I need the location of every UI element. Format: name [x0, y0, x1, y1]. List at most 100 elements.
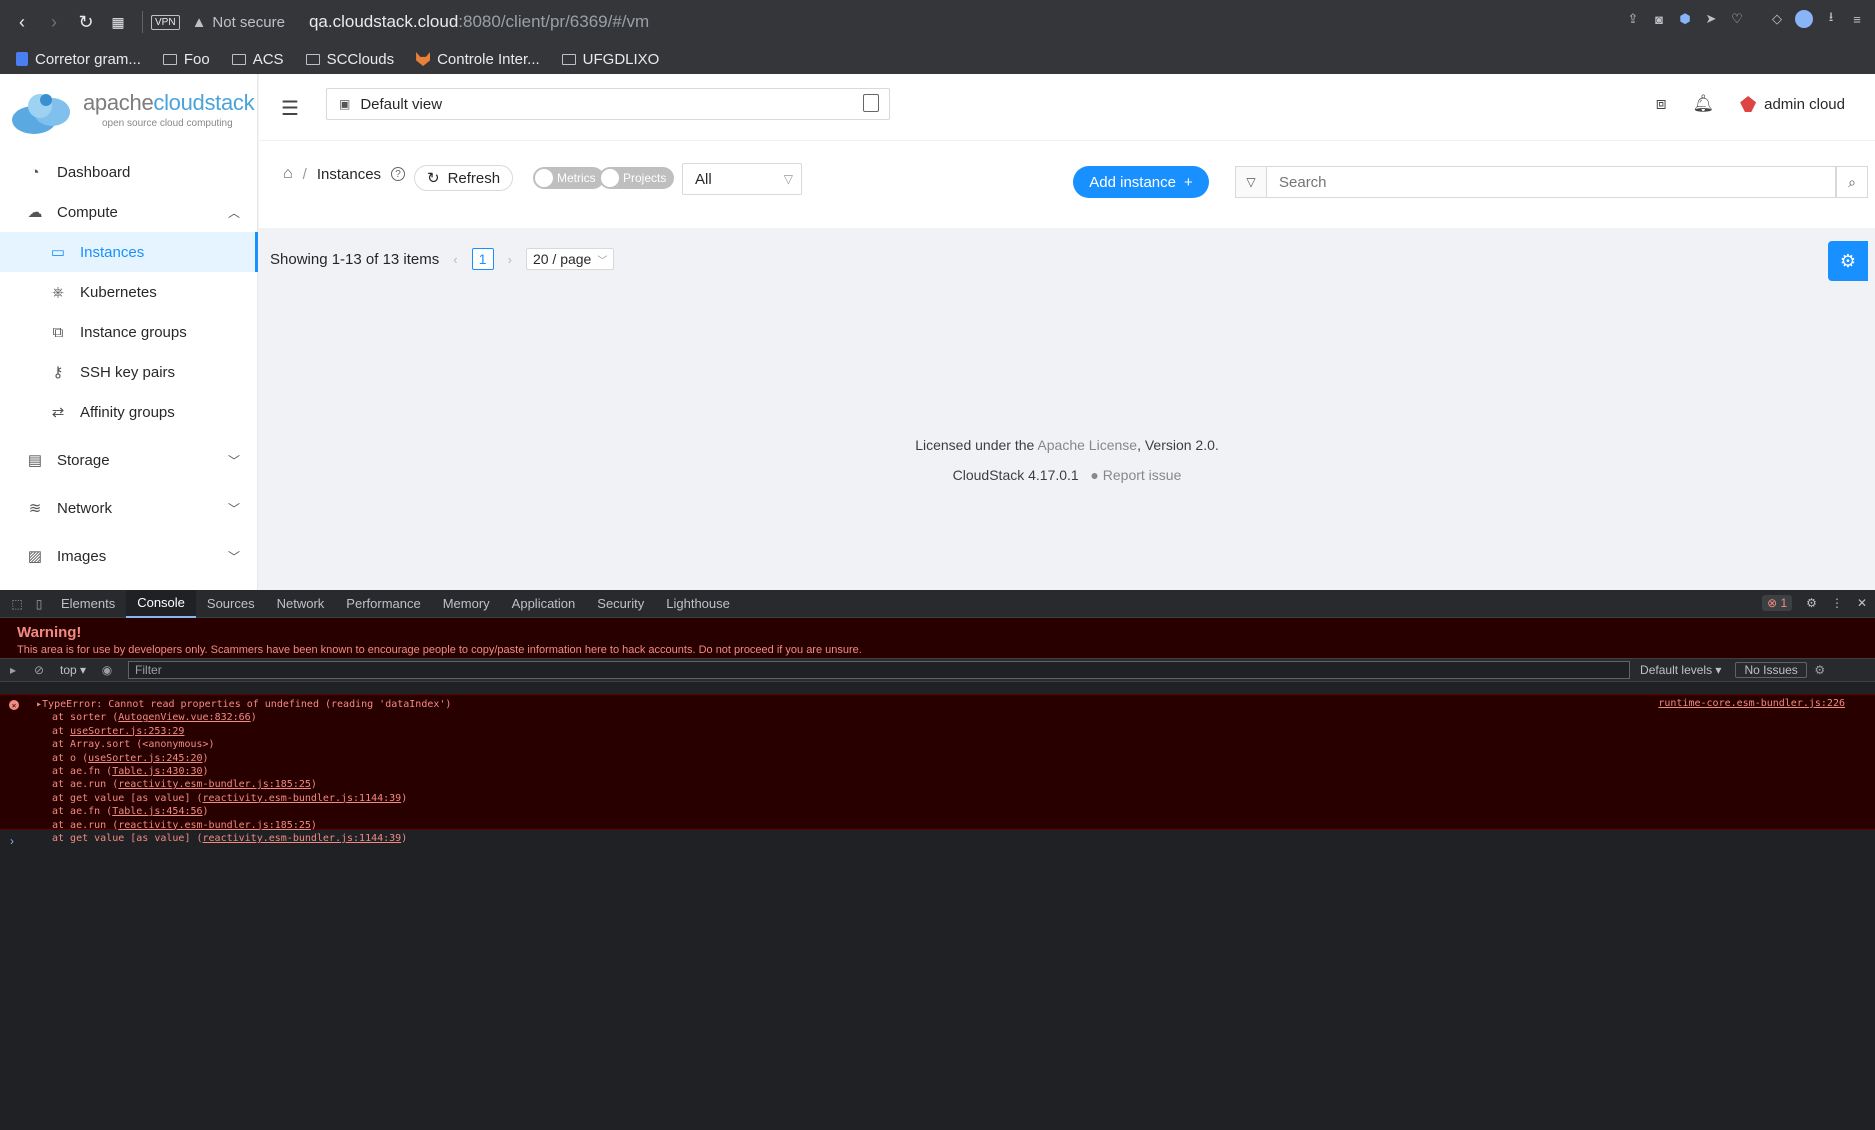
vpn-badge[interactable]: VPN: [151, 14, 180, 30]
gear-icon[interactable]: ⚙: [1806, 596, 1817, 610]
stack-frame-link[interactable]: Table.js:430:30: [112, 766, 202, 777]
sidebar-item-label: Network: [57, 499, 113, 517]
forward-icon[interactable]: ›: [38, 6, 70, 38]
page-size-select[interactable]: 20 / page ﹀: [525, 248, 615, 270]
settings-gear-button[interactable]: ⚙: [1828, 241, 1868, 281]
tab-label: Lighthouse: [666, 596, 730, 611]
more-vertical-icon[interactable]: ⋮: [1831, 596, 1843, 610]
tab-memory[interactable]: Memory: [432, 590, 501, 618]
send-icon[interactable]: ➤: [1703, 11, 1719, 27]
stack-frame-link[interactable]: reactivity.esm-bundler.js:1144:39: [203, 833, 402, 844]
close-icon[interactable]: ✕: [1857, 596, 1867, 610]
sidebar-item-compute[interactable]: ☁ Compute ︿: [0, 192, 258, 232]
browser-chrome: ‹ › ↻ ▦ VPN ▲ Not secure qa.cloudstack.c…: [0, 0, 1875, 74]
share-icon[interactable]: ⇪: [1625, 11, 1641, 27]
stack-frame-link[interactable]: AutogenView.vue:832:66: [118, 712, 250, 723]
bookmark-item[interactable]: Foo: [162, 51, 210, 68]
stack-frame-link[interactable]: useSorter.js:253:29: [70, 726, 184, 737]
sidebar-toggle-icon[interactable]: ▸: [0, 663, 26, 677]
sidebar-item-network[interactable]: ≋ Network ﹀: [0, 488, 258, 528]
cube-icon[interactable]: ◇: [1769, 11, 1785, 27]
inspect-icon[interactable]: ⬚: [6, 597, 28, 611]
translate-icon[interactable]: ⧈: [1656, 94, 1667, 114]
stack-frame-link[interactable]: reactivity.esm-bundler.js:185:25: [118, 820, 311, 831]
search-icon[interactable]: ⌕: [1836, 166, 1868, 198]
tab-elements[interactable]: Elements: [50, 590, 126, 618]
filter-select[interactable]: All ▽: [682, 163, 802, 195]
chevron-right-icon[interactable]: ›: [508, 252, 512, 267]
chevron-down-icon: ﹀: [597, 255, 608, 267]
stack-frame-link[interactable]: reactivity.esm-bundler.js:1144:39: [203, 793, 402, 804]
device-toggle-icon[interactable]: ▯: [28, 597, 50, 611]
sidebar-item-ssh-key-pairs[interactable]: ⚷ SSH key pairs: [0, 352, 258, 392]
console-filter-input[interactable]: Filter: [128, 661, 1631, 679]
picture-icon: ▨: [27, 548, 43, 565]
bookmark-item[interactable]: ACS: [231, 51, 284, 68]
error-source-link[interactable]: runtime-core.esm-bundler.js:226: [1658, 698, 1845, 709]
add-instance-button[interactable]: Add instance +: [1073, 166, 1209, 198]
tab-security[interactable]: Security: [586, 590, 655, 618]
view-selector[interactable]: ▣ Default view: [326, 88, 890, 120]
log-levels-select[interactable]: Default levels ▾: [1640, 663, 1721, 677]
tab-network[interactable]: Network: [266, 590, 336, 618]
sidebar-item-affinity-groups[interactable]: ⇄ Affinity groups: [0, 392, 258, 432]
back-icon[interactable]: ‹: [6, 6, 38, 38]
reload-icon[interactable]: ↻: [70, 6, 102, 38]
doc-icon: [16, 52, 28, 66]
user-menu[interactable]: admin cloud: [1740, 96, 1845, 113]
sidebar-item-images[interactable]: ▨ Images ﹀: [0, 536, 258, 576]
search-input[interactable]: [1267, 166, 1836, 198]
download-icon[interactable]: ⭳: [1823, 9, 1839, 27]
heart-icon[interactable]: ♡: [1729, 11, 1745, 27]
report-issue-link[interactable]: ● Report issue: [1090, 467, 1181, 483]
tab-lighthouse[interactable]: Lighthouse: [655, 590, 741, 618]
projects-toggle[interactable]: Projects: [599, 167, 675, 189]
issues-button[interactable]: No Issues: [1735, 662, 1807, 678]
tab-console[interactable]: Console: [126, 589, 196, 618]
tab-sources[interactable]: Sources: [196, 590, 266, 618]
refresh-button[interactable]: ↻ Refresh: [414, 165, 514, 191]
error-count-badge[interactable]: ⊗ 1: [1762, 595, 1793, 611]
sidebar-item-instance-groups[interactable]: ⧉ Instance groups: [0, 312, 258, 352]
cloudstack-logo[interactable]: apachecloudstack open source cloud compu…: [10, 80, 255, 140]
bookmark-item[interactable]: Corretor gram...: [16, 51, 141, 68]
gear-icon: ⚙: [1839, 250, 1857, 271]
console-prompt[interactable]: ›: [10, 834, 14, 848]
eye-icon[interactable]: ◉: [94, 663, 120, 677]
shield-icon[interactable]: ⬢: [1677, 11, 1693, 27]
bookmark-item[interactable]: Controle Inter...: [416, 51, 540, 68]
stack-frame-link[interactable]: Table.js:454:56: [112, 806, 202, 817]
tab-performance[interactable]: Performance: [335, 590, 431, 618]
stack-frame-link[interactable]: useSorter.js:245:20: [88, 753, 202, 764]
chevron-left-icon[interactable]: ‹: [453, 252, 457, 267]
address-bar[interactable]: qa.cloudstack.cloud:8080/client/pr/6369/…: [309, 12, 649, 32]
page-number[interactable]: 1: [471, 248, 494, 270]
tab-label: Network: [276, 596, 325, 611]
stack-frame-link[interactable]: reactivity.esm-bundler.js:185:25: [118, 779, 311, 790]
stack-frame-suffix: ): [401, 832, 408, 844]
sidebar-item-label: Instances: [80, 243, 145, 261]
sidebar-item-dashboard[interactable]: ◔ Dashboard: [0, 152, 258, 192]
license-link[interactable]: Apache License: [1037, 437, 1137, 453]
security-indicator[interactable]: ▲ Not secure: [192, 14, 285, 31]
tabs-grid-icon[interactable]: ▦: [102, 6, 134, 38]
menu-icon[interactable]: ≡: [1849, 11, 1865, 27]
bell-icon[interactable]: 🔔︎: [1693, 94, 1715, 114]
search-filter-icon[interactable]: ▽: [1235, 166, 1267, 198]
clear-console-icon[interactable]: ⊘: [26, 663, 52, 677]
gear-icon[interactable]: ⚙: [1807, 663, 1833, 677]
home-icon[interactable]: ⌂: [283, 165, 293, 183]
error-headline[interactable]: ▸TypeError: Cannot read properties of un…: [0, 698, 1875, 711]
profile-icon[interactable]: [1795, 10, 1813, 28]
sidebar-item-instances[interactable]: ▭ Instances: [0, 232, 258, 272]
sidebar-item-storage[interactable]: ▤ Storage ﹀: [0, 440, 258, 480]
camera-icon[interactable]: ◙: [1651, 11, 1667, 27]
metrics-toggle[interactable]: Metrics: [533, 167, 604, 189]
question-icon[interactable]: ?: [391, 167, 406, 181]
tab-application[interactable]: Application: [501, 590, 587, 618]
sidebar-item-kubernetes[interactable]: ⎈ Kubernetes: [0, 272, 258, 312]
context-select[interactable]: top ▾: [52, 663, 94, 677]
menu-fold-icon[interactable]: ☰: [281, 96, 299, 121]
bookmark-item[interactable]: UFGDLIXO: [561, 51, 659, 68]
bookmark-item[interactable]: SCClouds: [305, 51, 394, 68]
